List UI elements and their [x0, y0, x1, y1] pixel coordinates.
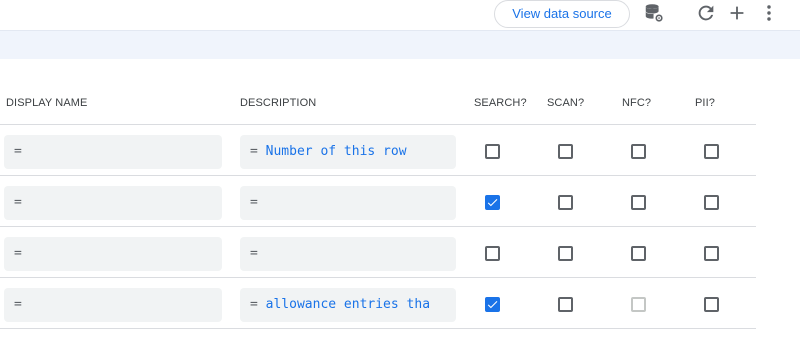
scan-checkbox[interactable] — [558, 144, 573, 159]
column-header-description: DESCRIPTION — [240, 97, 317, 109]
description-text: allowance entries tha — [265, 297, 431, 312]
formula-prefix: = — [250, 246, 258, 261]
pii-checkbox[interactable] — [704, 144, 719, 159]
nfc-checkbox[interactable] — [631, 246, 646, 261]
scan-checkbox[interactable] — [558, 246, 573, 261]
scan-checkbox[interactable] — [558, 297, 573, 312]
description-field[interactable]: = allowance entries tha — [240, 288, 456, 322]
toolbar: View data source — [0, 0, 800, 30]
description-text: Number of this row — [265, 144, 407, 159]
formula-prefix: = — [250, 195, 258, 210]
column-header-search: SEARCH? — [474, 97, 527, 109]
checkmark-icon — [487, 199, 498, 207]
display-name-field[interactable]: = — [4, 288, 222, 322]
description-field[interactable]: = — [240, 237, 456, 271]
table-header: DISPLAY NAME DESCRIPTION SEARCH? SCAN? N… — [0, 85, 756, 125]
description-field[interactable]: = Number of this row — [240, 135, 456, 169]
table-row: = = allowance entries tha — [0, 279, 756, 329]
header-band — [0, 30, 800, 59]
table-row: = = Number of this row — [0, 126, 756, 176]
search-checkbox[interactable] — [485, 297, 500, 312]
formula-prefix: = — [250, 297, 258, 312]
column-header-pii: PII? — [695, 97, 715, 109]
column-header-display-name: DISPLAY NAME — [6, 97, 88, 109]
formula-prefix: = — [250, 144, 258, 159]
display-name-field[interactable]: = — [4, 237, 222, 271]
display-name-field[interactable]: = — [4, 186, 222, 220]
more-vert-icon[interactable] — [758, 2, 780, 24]
nfc-checkbox[interactable] — [631, 144, 646, 159]
scan-checkbox[interactable] — [558, 195, 573, 210]
checkmark-icon — [487, 301, 498, 309]
column-header-nfc: NFC? — [622, 97, 652, 109]
database-settings-icon[interactable] — [643, 2, 665, 24]
refresh-icon[interactable] — [695, 2, 717, 24]
search-checkbox[interactable] — [485, 246, 500, 261]
display-name-field[interactable]: = — [4, 135, 222, 169]
table-row: = = — [0, 177, 756, 227]
pii-checkbox[interactable] — [704, 246, 719, 261]
plus-icon[interactable] — [726, 2, 748, 24]
column-header-scan: SCAN? — [547, 97, 585, 109]
table-row: = = — [0, 228, 756, 278]
nfc-checkbox — [631, 297, 646, 312]
view-data-source-button[interactable]: View data source — [494, 0, 630, 28]
pii-checkbox[interactable] — [704, 297, 719, 312]
search-checkbox[interactable] — [485, 144, 500, 159]
nfc-checkbox[interactable] — [631, 195, 646, 210]
pii-checkbox[interactable] — [704, 195, 719, 210]
search-checkbox[interactable] — [485, 195, 500, 210]
description-field[interactable]: = — [240, 186, 456, 220]
